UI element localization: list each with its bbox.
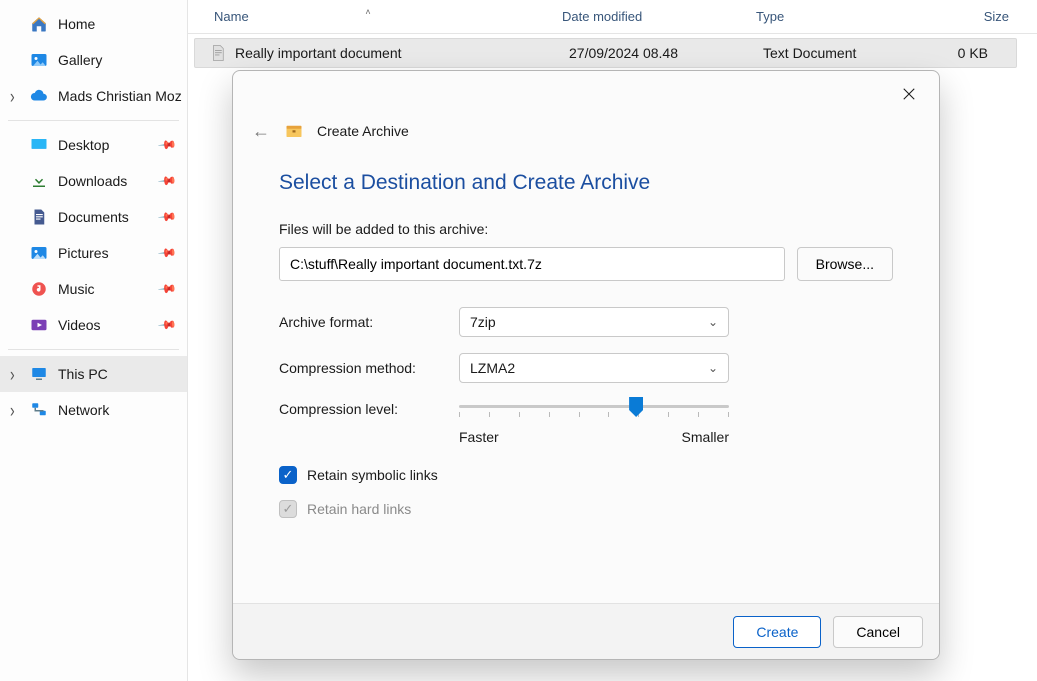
sidebar-item-label: Network: [58, 402, 109, 418]
column-date[interactable]: Date modified: [548, 9, 742, 24]
divider: [8, 349, 179, 350]
pictures-icon: [30, 244, 48, 262]
sidebar-item-label: This PC: [58, 366, 108, 382]
divider: [8, 120, 179, 121]
slider-label-faster: Faster: [459, 429, 499, 445]
compression-level-label: Compression level:: [279, 399, 459, 417]
sidebar-item-label: Desktop: [58, 137, 109, 153]
sidebar-item-label: Mads Christian Moz: [58, 88, 182, 104]
sidebar-item-gallery[interactable]: Gallery: [0, 42, 187, 78]
create-button[interactable]: Create: [733, 616, 821, 648]
chevron-down-icon: ⌄: [708, 361, 718, 375]
column-label: Date modified: [562, 9, 642, 24]
cloud-icon: [30, 87, 48, 105]
downloads-icon: [30, 172, 48, 190]
sort-asc-icon: ˄: [365, 7, 370, 17]
chevron-down-icon: ⌄: [708, 315, 718, 329]
sidebar-item-pictures[interactable]: Pictures 📌: [0, 235, 187, 271]
network-icon: [30, 401, 48, 419]
column-type[interactable]: Type: [742, 9, 906, 24]
home-icon: [30, 15, 48, 33]
column-label: Name: [214, 9, 249, 24]
sidebar-item-label: Home: [58, 16, 95, 32]
column-label: Size: [984, 9, 1009, 24]
checkbox-icon: ✓: [279, 500, 297, 518]
sidebar-item-label: Gallery: [58, 52, 102, 68]
slider-label-smaller: Smaller: [682, 429, 729, 445]
file-size: 0 KB: [913, 45, 1016, 61]
sidebar-item-label: Pictures: [58, 245, 109, 261]
pin-icon: 📌: [157, 279, 177, 299]
files-label: Files will be added to this archive:: [279, 221, 893, 237]
cancel-button[interactable]: Cancel: [833, 616, 923, 648]
sidebar: Home Gallery Mads Christian Moz Desktop …: [0, 0, 188, 681]
archive-format-select[interactable]: 7zip ⌄: [459, 307, 729, 337]
select-value: LZMA2: [470, 360, 515, 376]
sidebar-item-music[interactable]: Music 📌: [0, 271, 187, 307]
sidebar-item-home[interactable]: Home: [0, 6, 187, 42]
pin-icon: 📌: [157, 315, 177, 335]
desktop-icon: [30, 136, 48, 154]
select-value: 7zip: [470, 314, 496, 330]
file-name: Really important document: [235, 45, 402, 61]
sidebar-item-label: Music: [58, 281, 95, 297]
sidebar-item-label: Documents: [58, 209, 129, 225]
compression-method-label: Compression method:: [279, 360, 459, 376]
retain-hardlinks-checkbox: ✓ Retain hard links: [279, 495, 893, 523]
sidebar-item-this-pc[interactable]: This PC: [0, 356, 187, 392]
music-icon: [30, 280, 48, 298]
sidebar-item-label: Downloads: [58, 173, 127, 189]
archive-icon: [285, 122, 303, 140]
pin-icon: 📌: [157, 171, 177, 191]
column-headers: Name ˄ Date modified Type Size: [188, 0, 1037, 34]
retain-symlinks-checkbox[interactable]: ✓ Retain symbolic links: [279, 461, 893, 489]
gallery-icon: [30, 51, 48, 69]
archive-format-label: Archive format:: [279, 314, 459, 330]
videos-icon: [30, 316, 48, 334]
file-type: Text Document: [749, 45, 913, 61]
sidebar-item-videos[interactable]: Videos 📌: [0, 307, 187, 343]
close-button[interactable]: [889, 78, 929, 110]
browse-button[interactable]: Browse...: [797, 247, 893, 281]
column-size[interactable]: Size: [906, 9, 1037, 24]
sidebar-item-documents[interactable]: Documents 📌: [0, 199, 187, 235]
dialog-title: Select a Destination and Create Archive: [279, 171, 893, 195]
file-date: 27/09/2024 08.48: [555, 45, 749, 61]
dialog-header-title: Create Archive: [317, 123, 409, 139]
sidebar-item-network[interactable]: Network: [0, 392, 187, 428]
sidebar-item-onedrive[interactable]: Mads Christian Moz: [0, 78, 187, 114]
sidebar-item-desktop[interactable]: Desktop 📌: [0, 127, 187, 163]
checkbox-label: Retain symbolic links: [307, 467, 438, 483]
back-button[interactable]: ←: [251, 121, 271, 142]
checkbox-icon: ✓: [279, 466, 297, 484]
this-pc-icon: [30, 365, 48, 383]
compression-method-select[interactable]: LZMA2 ⌄: [459, 353, 729, 383]
checkbox-label: Retain hard links: [307, 501, 411, 517]
documents-icon: [30, 208, 48, 226]
pin-icon: 📌: [157, 243, 177, 263]
pin-icon: 📌: [157, 207, 177, 227]
sidebar-item-downloads[interactable]: Downloads 📌: [0, 163, 187, 199]
create-archive-dialog: ← Create Archive Select a Destination an…: [232, 70, 940, 660]
compression-level-slider[interactable]: Faster Smaller: [459, 399, 729, 445]
sidebar-item-label: Videos: [58, 317, 101, 333]
column-label: Type: [756, 9, 784, 24]
archive-path-input[interactable]: [279, 247, 785, 281]
column-name[interactable]: Name ˄: [188, 9, 548, 24]
file-row[interactable]: Really important document 27/09/2024 08.…: [194, 38, 1017, 68]
pin-icon: 📌: [157, 135, 177, 155]
text-file-icon: [209, 44, 227, 62]
